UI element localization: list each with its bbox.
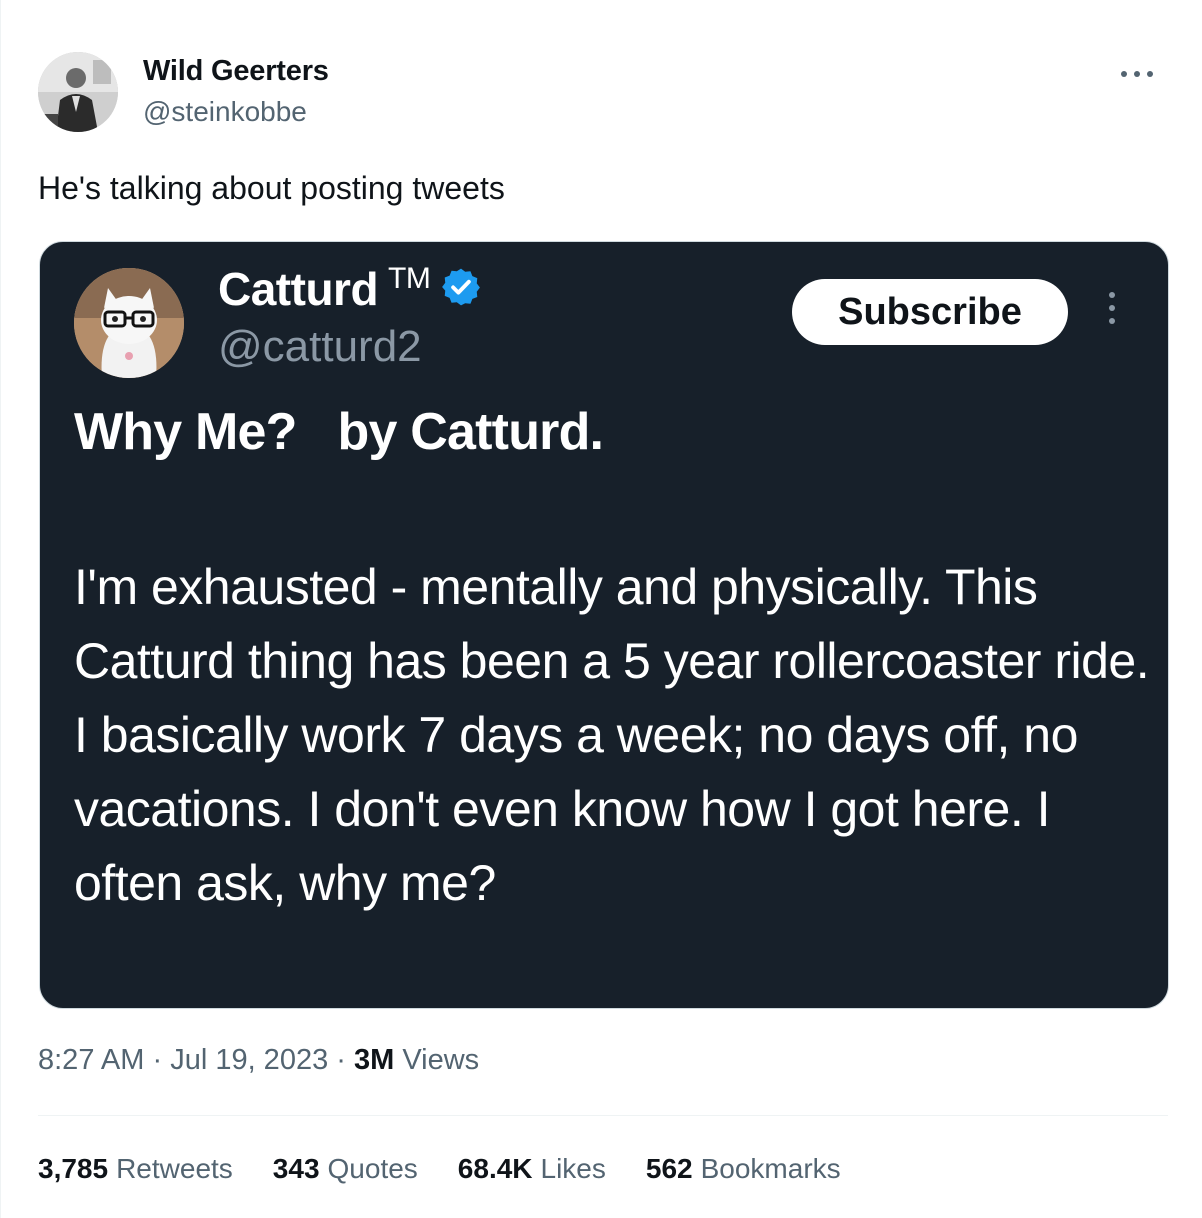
- catturd-name-text: Catturd: [218, 263, 379, 315]
- likes-stat[interactable]: 68.4K Likes: [458, 1153, 606, 1185]
- embedded-title: Why Me? by Catturd.: [74, 403, 604, 461]
- dot: [1109, 318, 1115, 324]
- dot: [1121, 71, 1127, 77]
- stat-label: Likes: [540, 1153, 606, 1184]
- catturd-handle: @catturd2: [218, 322, 422, 371]
- tweet-text: He's talking about posting tweets: [38, 170, 505, 206]
- dot: [1109, 305, 1115, 311]
- embedded-body: I'm exhausted - mentally and physically.…: [74, 559, 1150, 911]
- separator: ·: [144, 1044, 171, 1076]
- author-handle[interactable]: @steinkobbe: [143, 96, 307, 128]
- retweets-stat[interactable]: 3,785 Retweets: [38, 1153, 233, 1185]
- quotes-stat[interactable]: 343 Quotes: [273, 1153, 418, 1185]
- vertical-more-icon: [1102, 292, 1122, 332]
- author-name[interactable]: Wild Geerters: [143, 55, 329, 88]
- tweet-time[interactable]: 8:27 AM: [38, 1044, 144, 1076]
- catturd-avatar: [74, 268, 184, 378]
- views-label: Views: [394, 1044, 480, 1076]
- dot: [1147, 71, 1153, 77]
- dot: [1109, 292, 1115, 298]
- verified-badge-icon: [442, 268, 481, 306]
- tweet-date[interactable]: Jul 19, 2023: [170, 1044, 328, 1076]
- stat-number: 3,785: [38, 1153, 109, 1184]
- stat-label: Quotes: [327, 1153, 418, 1184]
- stat-label: Bookmarks: [700, 1153, 841, 1184]
- cat-avatar-image: [74, 268, 184, 378]
- stat-label: Retweets: [116, 1153, 233, 1184]
- tweet-card: Wild Geerters @steinkobbe He's talking a…: [0, 0, 1202, 1218]
- views-count: 3M: [353, 1044, 395, 1076]
- subscribe-button: Subscribe: [792, 279, 1068, 345]
- stat-number: 343: [272, 1153, 320, 1184]
- more-options-icon[interactable]: [1107, 60, 1167, 88]
- trademark-text: TM: [388, 262, 431, 295]
- catturd-name: Catturd TM: [218, 262, 482, 316]
- divider: [38, 1115, 1168, 1116]
- author-avatar[interactable]: [38, 52, 118, 132]
- separator: ·: [328, 1044, 354, 1076]
- bookmarks-stat[interactable]: 562 Bookmarks: [646, 1153, 841, 1185]
- stat-number: 68.4K: [457, 1153, 533, 1184]
- engagement-stats: 3,785 Retweets 343 Quotes 68.4K Likes 562 Bo…: [38, 1153, 841, 1185]
- tweet-meta: 8:27 AM · Jul 19, 2023 · 3M Views: [38, 1044, 479, 1077]
- embedded-image[interactable]: Catturd TM @catturd2 Subscribe Why Me? b…: [39, 241, 1169, 1009]
- dot: [1134, 71, 1140, 77]
- stat-number: 562: [645, 1153, 693, 1184]
- author-avatar-image: [38, 52, 118, 132]
